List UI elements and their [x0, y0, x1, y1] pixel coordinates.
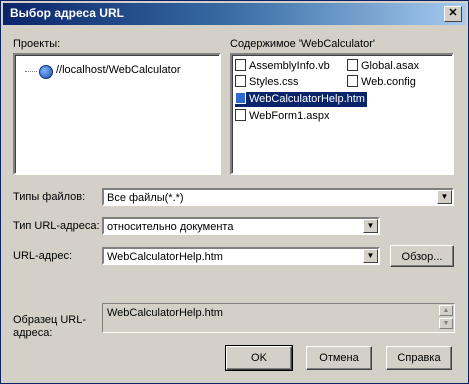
- contents-label: Содержимое 'WebCalculator': [230, 38, 375, 50]
- tree-connector: [25, 71, 37, 72]
- file-item[interactable]: Web.config: [347, 75, 418, 90]
- file-icon: [235, 75, 246, 88]
- file-item[interactable]: AssemblyInfo.vb: [235, 59, 332, 74]
- scroll-down-icon[interactable]: ▼: [439, 318, 453, 329]
- chevron-down-icon[interactable]: ▼: [363, 219, 378, 233]
- url-type-select[interactable]: относительно документа ▼: [102, 217, 380, 235]
- url-type-label: Тип URL-адреса:: [13, 220, 100, 232]
- browse-button[interactable]: Обзор...: [390, 245, 454, 267]
- contents-list[interactable]: AssemblyInfo.vb Global.asax Styles.css W…: [230, 53, 454, 175]
- sample-url-label: Образец URL-адреса:: [13, 314, 87, 339]
- chevron-down-icon[interactable]: ▼: [437, 190, 452, 204]
- file-item[interactable]: Styles.css: [235, 75, 301, 90]
- file-item[interactable]: Global.asax: [347, 59, 421, 74]
- browse-button-label: Обзор...: [401, 251, 443, 263]
- url-select-dialog: Выбор адреса URL ✕ Проекты: //localhost/…: [0, 0, 469, 384]
- scroll-up-icon[interactable]: ▲: [439, 305, 453, 316]
- file-icon: [347, 59, 358, 72]
- url-type-value: относительно документа: [107, 221, 234, 233]
- url-value: WebCalculatorHelp.htm: [107, 251, 223, 263]
- projects-tree[interactable]: //localhost/WebCalculator: [13, 53, 221, 175]
- file-name: Styles.css: [249, 76, 299, 88]
- title-bar[interactable]: Выбор адреса URL ✕: [3, 3, 466, 25]
- file-name: Global.asax: [361, 60, 420, 72]
- sample-url-value: WebCalculatorHelp.htm: [107, 307, 223, 319]
- chevron-down-icon[interactable]: ▼: [363, 249, 378, 263]
- file-icon: [235, 59, 246, 72]
- file-item[interactable]: WebForm1.aspx: [235, 109, 332, 124]
- file-types-label: Типы файлов:: [13, 191, 86, 203]
- web-project-icon: [39, 65, 53, 79]
- cancel-button-label: Отмена: [319, 352, 359, 364]
- help-button[interactable]: Справка: [386, 346, 452, 370]
- file-name: Web.config: [361, 76, 416, 88]
- help-button-label: Справка: [397, 352, 441, 364]
- ok-button-label: OK: [251, 352, 267, 364]
- sample-url-box: WebCalculatorHelp.htm ▲ ▼: [102, 303, 455, 333]
- url-input[interactable]: WebCalculatorHelp.htm ▼: [102, 247, 380, 265]
- file-name: AssemblyInfo.vb: [249, 60, 330, 72]
- file-types-value: Все файлы(*.*): [107, 192, 184, 204]
- window-title: Выбор адреса URL: [10, 6, 124, 20]
- projects-label: Проекты:: [13, 38, 61, 50]
- file-name: WebCalculatorHelp.htm: [249, 93, 365, 105]
- url-label: URL-адрес:: [13, 250, 72, 262]
- close-button[interactable]: ✕: [444, 6, 462, 22]
- cancel-button[interactable]: Отмена: [306, 346, 372, 370]
- file-name: WebForm1.aspx: [249, 110, 330, 122]
- tree-item-label: //localhost/WebCalculator: [56, 64, 181, 76]
- file-types-select[interactable]: Все файлы(*.*) ▼: [102, 188, 454, 206]
- html-file-icon: [235, 92, 246, 105]
- ok-button[interactable]: OK: [225, 345, 293, 371]
- file-icon: [347, 75, 358, 88]
- file-item-selected[interactable]: WebCalculatorHelp.htm: [235, 92, 367, 107]
- file-icon: [235, 109, 246, 122]
